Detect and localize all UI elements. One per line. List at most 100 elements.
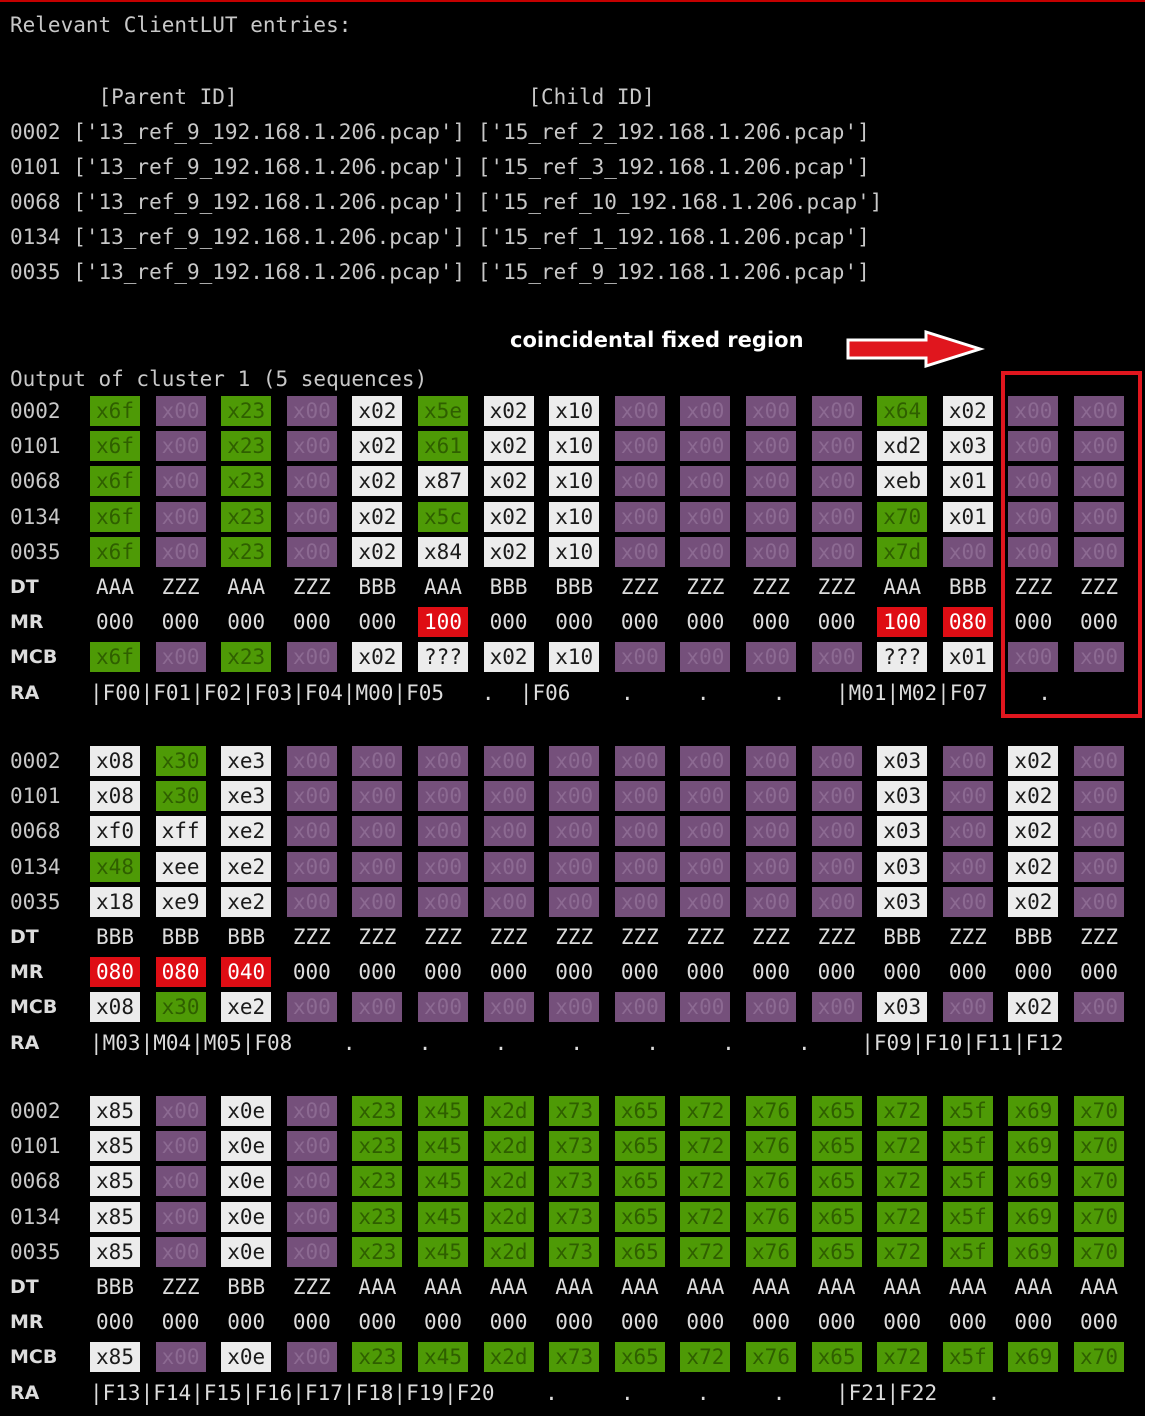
- byte-cell: x23: [221, 501, 272, 532]
- byte-cell: x70: [877, 501, 928, 532]
- byte-cell: x00: [286, 816, 337, 847]
- byte-cell: x02: [352, 501, 403, 532]
- byte-cell: 000: [1080, 960, 1118, 985]
- byte-cell: ZZZ: [620, 925, 659, 949]
- byte-cell: ???: [877, 642, 928, 673]
- byte-cell: x08: [90, 992, 140, 1023]
- byte-cell: x02: [1008, 851, 1059, 882]
- byte-cell: x00: [680, 466, 731, 497]
- byte-cell: AAA: [883, 575, 922, 599]
- byte-cell: x00: [680, 501, 731, 532]
- byte-cell: x0e: [221, 1131, 272, 1162]
- byte-cell: x02: [1008, 781, 1059, 812]
- byte-cell: x65: [614, 1166, 665, 1197]
- byte-cell: 000: [686, 610, 725, 635]
- byte-cell: x03: [877, 992, 928, 1023]
- lut-row: 0068 ['13_ref_9_192.168.1.206.pcap'] ['1…: [10, 190, 883, 214]
- byte-cell: x65: [811, 1342, 862, 1373]
- byte-cell: x45: [418, 1166, 468, 1197]
- byte-cell: x72: [680, 1096, 731, 1126]
- byte-cell: xee: [155, 851, 206, 882]
- byte-cell: x69: [1008, 1166, 1059, 1197]
- byte-cell: x00: [418, 992, 468, 1023]
- byte-cell: x00: [680, 886, 731, 917]
- byte-cell: 000: [1014, 960, 1053, 985]
- byte-cell: x76: [746, 1236, 796, 1267]
- byte-cell: x85: [90, 1236, 140, 1267]
- row-label: MR: [10, 1311, 44, 1334]
- byte-cell: x23: [352, 1166, 403, 1197]
- byte-cell: x00: [155, 1201, 206, 1232]
- byte-cell: x00: [286, 746, 337, 776]
- byte-cell: x00: [1074, 746, 1124, 776]
- byte-cell: x00: [155, 536, 206, 567]
- byte-cell: 000: [686, 1310, 725, 1335]
- byte-cell: x00: [614, 396, 665, 426]
- byte-cell: x85: [90, 1096, 140, 1126]
- row-label: RA: [10, 1031, 40, 1054]
- byte-cell: AAA: [555, 1275, 594, 1299]
- byte-cell: x00: [352, 746, 403, 776]
- byte-cell: ZZZ: [161, 575, 200, 599]
- byte-cell: x03: [942, 431, 993, 462]
- byte-cell: x00: [746, 992, 796, 1023]
- byte-cell: x00: [418, 886, 468, 917]
- heading: Relevant ClientLUT entries:: [10, 13, 352, 37]
- byte-cell: ZZZ: [489, 925, 528, 949]
- lut-row: 0134 ['13_ref_9_192.168.1.206.pcap'] ['1…: [10, 225, 870, 249]
- byte-cell: xd2: [877, 431, 928, 462]
- byte-cell: x72: [877, 1131, 928, 1162]
- byte-cell: x00: [746, 851, 796, 882]
- byte-cell: ZZZ: [686, 575, 725, 599]
- byte-cell: ZZZ: [161, 1275, 200, 1299]
- byte-cell: x02: [1008, 992, 1059, 1023]
- byte-cell: x02: [483, 501, 534, 532]
- byte-cell: xe2: [221, 851, 272, 882]
- byte-cell: x00: [418, 781, 468, 812]
- byte-cell: x0e: [221, 1342, 272, 1373]
- byte-cell: x2d: [483, 1096, 534, 1126]
- byte-cell: x76: [746, 1131, 796, 1162]
- row-label: DT: [10, 576, 39, 598]
- byte-cell: ZZZ: [292, 1275, 331, 1299]
- byte-cell: x00: [352, 886, 403, 917]
- row-label: 0101: [10, 1134, 61, 1159]
- byte-cell: x45: [418, 1236, 468, 1267]
- byte-cell: x72: [680, 1166, 731, 1197]
- byte-cell: BBB: [227, 925, 266, 949]
- byte-cell: 000: [424, 960, 462, 985]
- byte-cell: x01: [942, 466, 993, 497]
- byte-cell: x00: [614, 431, 665, 462]
- byte-cell: x00: [286, 1342, 337, 1373]
- byte-cell: 000: [883, 1310, 922, 1335]
- byte-cell: x76: [746, 1201, 796, 1232]
- byte-cell: x18: [90, 886, 140, 917]
- byte-cell: x00: [1074, 992, 1124, 1023]
- row-dt: DT BBB BBB BBB ZZZ ZZZ ZZZ ZZZ ZZZ ZZZ ZZZ ZZZ ZZZ BB…: [0, 920, 1145, 954]
- byte-cell: x02: [352, 396, 403, 426]
- row-dt: DT AAA ZZZ AAA ZZZ BBB AAA BBB BBB ZZZ ZZZ ZZZ ZZZ AA…: [0, 570, 1145, 604]
- lut-row: 0002 ['13_ref_9_192.168.1.206.pcap'] ['1…: [10, 120, 870, 144]
- byte-cell: x2d: [483, 1131, 534, 1162]
- byte-cell: x00: [483, 816, 534, 847]
- sequence-row: 0002 x08 x30 xe3 x00 x00 x00 x00 x00 x00 x00 x00 x00…: [0, 744, 1145, 778]
- byte-cell: x23: [221, 466, 272, 497]
- byte-cell: BBB: [358, 575, 397, 599]
- sequence-row: 0101 x6f x00 x23 x00 x02 x61 x02 x10 x00 x00 x00 x00…: [0, 429, 1145, 463]
- byte-cell: x5e: [418, 396, 468, 426]
- byte-cell: x6f: [90, 501, 140, 532]
- byte-cell: x00: [811, 642, 862, 673]
- byte-cell: x00: [549, 851, 600, 882]
- byte-cell: xe9: [155, 886, 206, 917]
- byte-cell: x23: [352, 1131, 403, 1162]
- byte-cell: x00: [811, 851, 862, 882]
- byte-cell: x00: [286, 1166, 337, 1197]
- byte-cell: x00: [614, 816, 665, 847]
- byte-cell: x76: [746, 1342, 796, 1373]
- byte-cell: 040: [221, 957, 272, 988]
- row-label: 0134: [10, 1204, 61, 1229]
- byte-cell: x30: [155, 781, 206, 812]
- byte-cell: x00: [286, 1236, 337, 1267]
- byte-cell: x6f: [90, 642, 140, 673]
- byte-cell: x72: [877, 1201, 928, 1232]
